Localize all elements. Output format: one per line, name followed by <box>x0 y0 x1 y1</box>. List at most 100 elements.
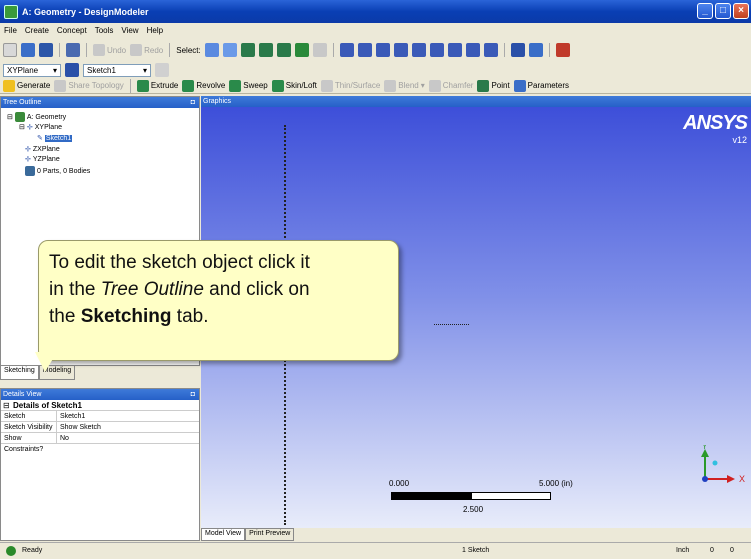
details-row: Sketch Visibility Show Sketch <box>1 422 199 433</box>
redo-button[interactable]: Redo <box>130 44 163 56</box>
save-as-icon[interactable] <box>39 43 53 57</box>
skin-loft-button[interactable]: Skin/Loft <box>271 79 317 92</box>
details-value[interactable]: Sketch1 <box>57 411 85 421</box>
toolbar-separator <box>169 43 171 57</box>
sweep-button[interactable]: Sweep <box>229 79 268 92</box>
revolve-button[interactable]: Revolve <box>182 79 225 92</box>
menu-file[interactable]: File <box>4 26 17 35</box>
pan-icon[interactable] <box>357 43 372 57</box>
tab-model-view[interactable]: Model View <box>201 528 246 541</box>
window-controls: _ □ × <box>697 3 749 19</box>
generate-button[interactable]: Generate <box>3 79 50 92</box>
rotate-icon[interactable] <box>339 43 354 57</box>
menu-help[interactable]: Help <box>147 26 163 35</box>
tree-item-xyplane[interactable]: ⊟ ⊹ XYPlane <box>19 123 62 132</box>
new-sketch-icon[interactable] <box>155 63 169 77</box>
extend-selection-icon[interactable] <box>312 43 327 57</box>
sketch-select[interactable]: Sketch1 ▾ <box>83 63 151 77</box>
plane-sketch-toolbar: XYPlane ▾ Sketch1 ▾ <box>0 62 751 78</box>
tree-item-sketch1[interactable]: ✎ Sketch1 <box>37 134 73 142</box>
toolbar-separator <box>86 43 87 57</box>
select-faces-icon[interactable] <box>276 43 291 57</box>
box-zoom-icon[interactable] <box>393 43 408 57</box>
look-at-icon[interactable] <box>555 43 570 57</box>
triad-origin <box>702 476 708 482</box>
isometric-view-icon[interactable] <box>483 43 498 57</box>
select-mode-icon[interactable] <box>204 43 219 57</box>
close-button[interactable]: × <box>733 3 749 19</box>
previous-view-icon[interactable] <box>447 43 462 57</box>
chamfer-button[interactable]: Chamfer <box>428 79 473 92</box>
maximize-button[interactable]: □ <box>715 3 731 19</box>
graphics-tabs: Model View Print Preview <box>201 528 295 541</box>
tab-sketching[interactable]: Sketching <box>0 366 39 380</box>
instruction-callout: To edit the sketch object click it in th… <box>38 240 399 361</box>
triad-z-point <box>712 460 718 466</box>
status-value-1: 0 <box>710 547 714 554</box>
scale-left-label: 0.000 <box>389 479 410 488</box>
next-view-icon[interactable] <box>465 43 480 57</box>
tree-item-zxplane[interactable]: ⊹ ZXPlane <box>25 145 60 154</box>
new-plane-icon[interactable] <box>65 63 79 77</box>
select-points-icon[interactable] <box>240 43 255 57</box>
sketch-icon: ✎ <box>37 135 43 142</box>
toolbar-separator <box>503 43 505 57</box>
select-edges-icon[interactable] <box>258 43 273 57</box>
pin-icon[interactable]: ◘ <box>191 389 195 400</box>
ansys-logo: ANSYS <box>683 112 748 134</box>
plane-icon: ⊹ <box>26 124 33 131</box>
menu-view[interactable]: View <box>121 26 138 35</box>
point-button[interactable]: Point <box>477 79 510 92</box>
plane-icon: ⊹ <box>25 156 31 163</box>
collapse-icon[interactable]: ⊟ <box>3 400 10 411</box>
share-topology-button[interactable]: Share Topology <box>54 79 124 92</box>
details-group-header[interactable]: ⊟ Details of Sketch1 <box>1 400 199 411</box>
blend-button[interactable]: Blend ▾ <box>384 79 425 92</box>
title-bar: A: Geometry - DesignModeler _ □ × <box>0 0 751 23</box>
collapse-icon[interactable]: ⊟ <box>7 113 13 121</box>
new-icon[interactable] <box>3 43 17 57</box>
menu-concept[interactable]: Concept <box>57 26 87 35</box>
select-bodies-icon[interactable] <box>294 43 309 57</box>
magnifier-icon[interactable] <box>429 43 444 57</box>
details-value[interactable]: Show Sketch <box>57 422 101 432</box>
extrude-button[interactable]: Extrude <box>136 79 178 92</box>
status-value-2: 0 <box>730 547 734 554</box>
tree-item-yzplane[interactable]: ⊹ YZPlane <box>25 155 60 164</box>
callout-pointer <box>35 352 57 372</box>
details-row: Show Constraints? No <box>1 433 199 453</box>
new-sketch-icon[interactable] <box>528 43 543 57</box>
status-ready: Ready <box>22 547 43 554</box>
thin-surface-button[interactable]: Thin/Surface <box>320 79 380 92</box>
tree-item-geometry[interactable]: ⊟ A: Geometry <box>7 112 66 122</box>
collapse-icon[interactable]: ⊟ <box>19 123 25 131</box>
menu-bar: File Create Concept Tools View Help <box>0 23 751 38</box>
details-value[interactable]: No <box>57 433 69 443</box>
pin-icon[interactable]: ◘ <box>191 97 195 108</box>
zoom-icon[interactable] <box>375 43 390 57</box>
export-icon[interactable] <box>66 43 80 57</box>
menu-tools[interactable]: Tools <box>95 26 114 35</box>
select-label: Select: <box>176 45 201 55</box>
triad-y-label: Y <box>702 445 708 451</box>
tree-item-parts[interactable]: 0 Parts, 0 Bodies <box>25 166 90 176</box>
graphics-title: Graphics <box>201 96 751 107</box>
toolbar-separator <box>59 43 60 57</box>
axis-triad: Y X <box>701 445 745 484</box>
save-icon[interactable] <box>21 43 35 57</box>
tab-print-preview[interactable]: Print Preview <box>245 528 295 541</box>
triad-x-label: X <box>739 474 745 484</box>
menu-create[interactable]: Create <box>25 26 49 35</box>
details-view-title: Details View ◘ <box>1 389 199 400</box>
app-icon <box>4 4 18 19</box>
details-key: Sketch Visibility <box>1 422 57 432</box>
plane-select[interactable]: XYPlane ▾ <box>3 63 61 77</box>
scale-mid-label: 2.500 <box>463 505 484 514</box>
zoom-fit-icon[interactable] <box>411 43 426 57</box>
minimize-button[interactable]: _ <box>697 3 713 19</box>
status-units: Inch <box>676 547 690 554</box>
select-filter-icon[interactable] <box>222 43 237 57</box>
new-plane-icon[interactable] <box>510 43 525 57</box>
parameters-button[interactable]: Parameters <box>513 79 569 92</box>
undo-button[interactable]: Undo <box>93 44 126 56</box>
